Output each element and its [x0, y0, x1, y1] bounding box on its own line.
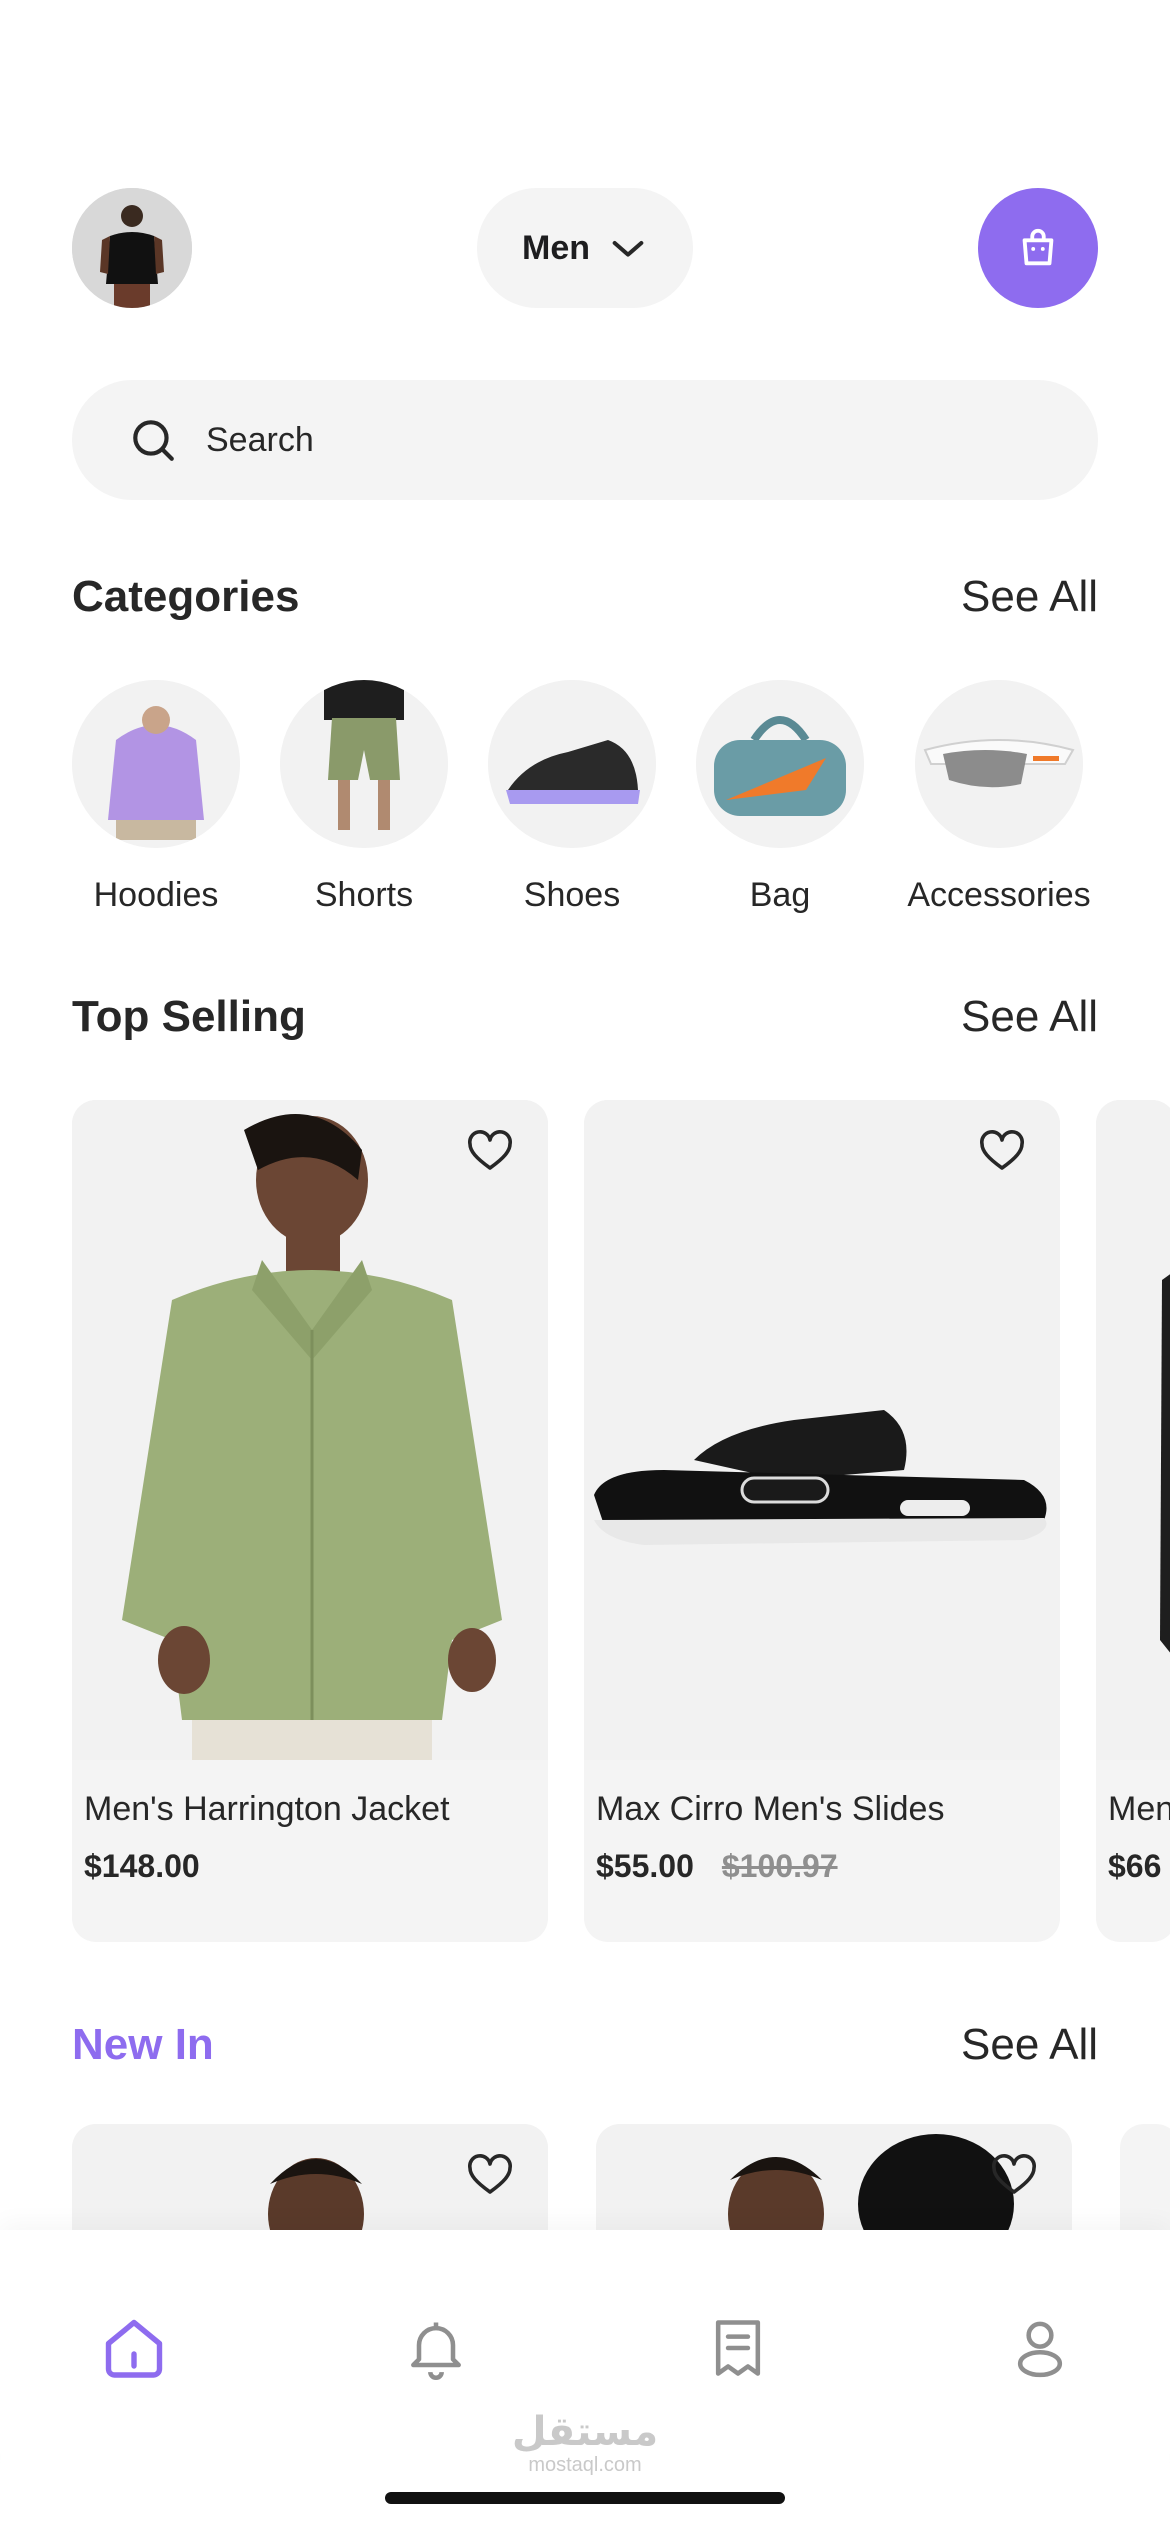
top-selling-list: Men's Harrington Jacket $148.00 Max Cirr [72, 1100, 1170, 1942]
shoe-image [488, 680, 656, 848]
category-hoodies[interactable]: Hoodies [72, 680, 240, 915]
gender-selector[interactable]: Men [477, 188, 693, 308]
product-price: $55.00 [596, 1848, 694, 1884]
bag-image [696, 680, 864, 848]
product-image [584, 1100, 1060, 1760]
avatar-image [72, 188, 192, 308]
product-image [1096, 1100, 1170, 1760]
product-image-partial [1096, 1100, 1170, 1760]
category-image [915, 680, 1083, 848]
watermark-arabic: مستقل [511, 2410, 659, 2454]
product-card[interactable]: Men's Harrington Jacket $148.00 [72, 1100, 548, 1942]
user-icon [1017, 2321, 1063, 2378]
nav-profile[interactable] [1004, 2312, 1076, 2384]
heart-icon[interactable] [978, 1128, 1026, 1176]
heart-icon[interactable] [466, 2152, 514, 2200]
chevron-down-icon [612, 241, 644, 257]
category-shorts[interactable]: Shorts [280, 680, 448, 915]
product-card[interactable]: Men $66 [1096, 1100, 1170, 1942]
category-label: Shorts [314, 876, 414, 914]
receipt-icon [715, 2320, 761, 2376]
categories-title: Categories [72, 572, 300, 621]
category-image [280, 680, 448, 848]
category-label: Shoes [523, 876, 621, 914]
new-in-list [72, 2124, 1170, 2244]
sunglasses-image [915, 680, 1083, 848]
jacket-image [72, 1100, 548, 1760]
product-price: $66 [1108, 1848, 1162, 1884]
gender-label: Men [522, 228, 590, 267]
search-bar[interactable] [72, 380, 1098, 500]
home-indicator [385, 2492, 785, 2504]
search-input[interactable] [206, 420, 1006, 460]
heart-icon[interactable] [466, 1128, 514, 1176]
category-label: Accessories [907, 876, 1091, 914]
category-label: Hoodies [93, 876, 219, 914]
home-icon [105, 2319, 163, 2378]
nav-orders[interactable] [702, 2312, 774, 2384]
product-price-row: $148.00 [84, 1848, 200, 1885]
product-name: Max Cirro Men's Slides [596, 1790, 945, 1828]
slides-image [584, 1100, 1060, 1760]
category-bag[interactable]: Bag [696, 680, 864, 915]
category-list: Hoodies Shorts Shoes Bag Accessories [72, 680, 1170, 915]
product-image [72, 1100, 548, 1760]
product-price-row: $66 [1108, 1848, 1161, 1885]
product-price: $148.00 [84, 1848, 200, 1884]
product-name: Men [1108, 1790, 1170, 1828]
category-image [696, 680, 864, 848]
nav-home[interactable] [98, 2312, 170, 2384]
new-in-see-all[interactable]: See All [961, 2020, 1098, 2070]
new-in-header: New In See All [72, 2020, 1098, 2070]
product-card[interactable] [596, 2124, 1072, 2244]
heart-icon[interactable] [990, 2152, 1038, 2200]
avatar[interactable] [72, 188, 192, 308]
category-accessories[interactable]: Accessories [904, 680, 1094, 915]
product-price-row: $55.00 $100.97 [596, 1848, 838, 1885]
cart-button[interactable] [978, 188, 1098, 308]
nav-notifications[interactable] [400, 2312, 472, 2384]
shorts-image [280, 680, 448, 848]
hoodie-image [72, 680, 240, 848]
top-selling-header: Top Selling See All [72, 992, 1098, 1042]
product-card[interactable] [72, 2124, 548, 2244]
new-in-title: New In [72, 2020, 214, 2069]
bottom-navigation: مستقل mostaql.com [0, 2230, 1170, 2532]
category-image [488, 680, 656, 848]
product-card[interactable]: Max Cirro Men's Slides $55.00 $100.97 [584, 1100, 1060, 1942]
product-name: Men's Harrington Jacket [84, 1790, 450, 1828]
watermark-latin: mostaql.com [528, 2454, 642, 2476]
category-shoes[interactable]: Shoes [488, 680, 656, 915]
bell-icon [411, 2322, 461, 2380]
search-icon [133, 420, 174, 461]
categories-header: Categories See All [72, 572, 1098, 622]
category-image [72, 680, 240, 848]
categories-see-all[interactable]: See All [961, 572, 1098, 622]
category-label: Bag [749, 876, 811, 914]
app-screen: Men Categories See All [0, 0, 1170, 2532]
watermark: مستقل mostaql.com [510, 2410, 660, 2476]
top-selling-title: Top Selling [72, 992, 306, 1041]
top-selling-see-all[interactable]: See All [961, 992, 1098, 1042]
product-old-price: $100.97 [721, 1848, 838, 1884]
shopping-bag-icon [1022, 228, 1054, 266]
product-card[interactable] [1120, 2124, 1170, 2244]
